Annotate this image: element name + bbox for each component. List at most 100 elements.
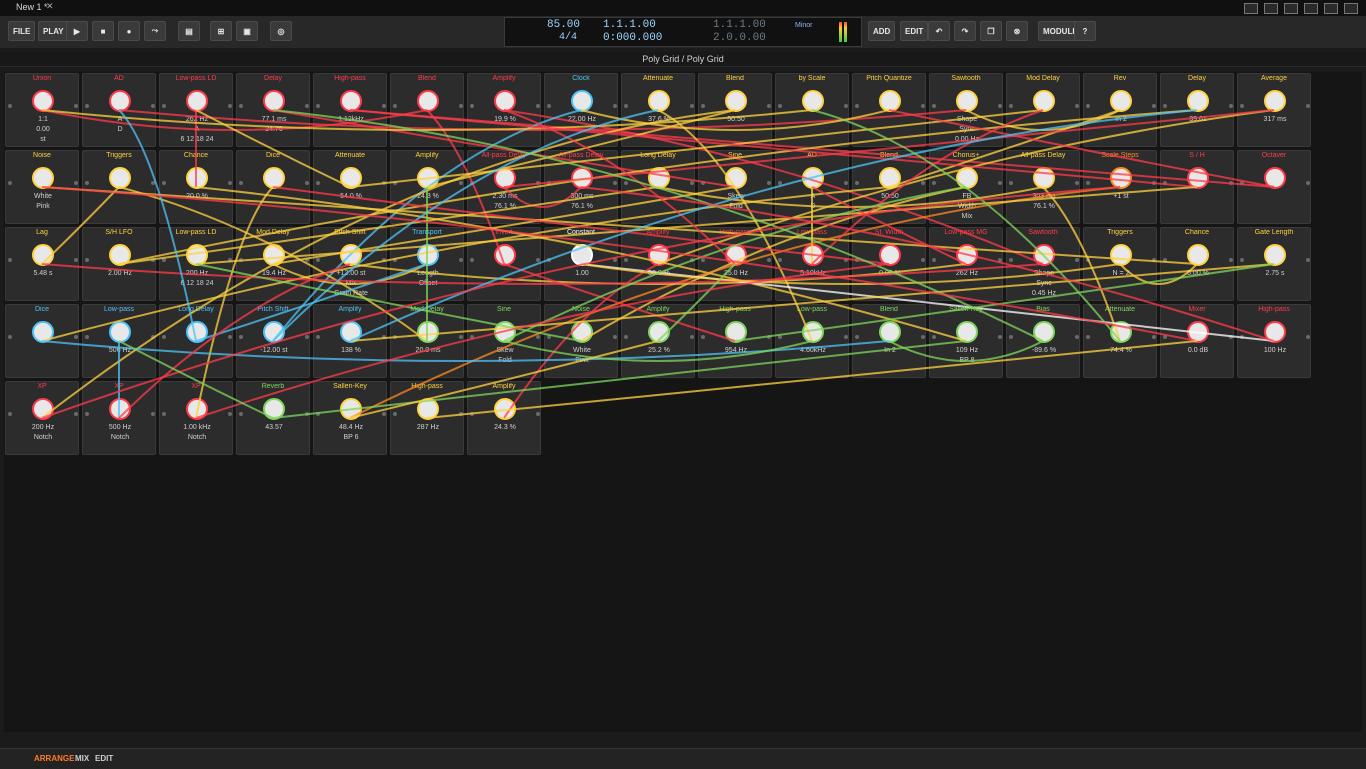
module-delay[interactable]: Delay 39.61 xyxy=(1160,73,1234,147)
parameter-knob[interactable] xyxy=(1033,321,1055,343)
patch-port[interactable] xyxy=(536,104,540,108)
patch-port[interactable] xyxy=(624,104,628,108)
parameter-knob[interactable] xyxy=(648,244,670,266)
patch-port[interactable] xyxy=(8,181,12,185)
patch-port[interactable] xyxy=(1009,335,1013,339)
layout-icon[interactable] xyxy=(1264,3,1278,14)
patch-port[interactable] xyxy=(767,258,771,262)
patch-port[interactable] xyxy=(778,258,782,262)
module-mod-delay[interactable]: Mod Delay xyxy=(1006,73,1080,147)
module-sawtooth[interactable]: Sawtooth Shape Sync 0.00 Hz xyxy=(929,73,1003,147)
module-ad[interactable]: AD A D xyxy=(82,73,156,147)
parameter-knob[interactable] xyxy=(263,167,285,189)
parameter-knob[interactable] xyxy=(417,244,439,266)
patch-port[interactable] xyxy=(1306,335,1310,339)
module-attenuate[interactable]: Attenuate 37.6 % xyxy=(621,73,695,147)
module-sine[interactable]: Sine Skew Fold xyxy=(467,304,541,378)
loop-end[interactable]: 2.0.0.00 xyxy=(713,32,766,44)
play-icon[interactable]: ▶ xyxy=(66,21,88,41)
patch-port[interactable] xyxy=(1240,335,1244,339)
patch-port[interactable] xyxy=(151,181,155,185)
patch-port[interactable] xyxy=(921,258,925,262)
patch-port[interactable] xyxy=(470,412,474,416)
parameter-knob[interactable] xyxy=(1187,90,1209,112)
parameter-knob[interactable] xyxy=(1110,244,1132,266)
module-bias[interactable]: Bias -89.6 % xyxy=(1006,304,1080,378)
position-bars[interactable]: 1.1.1.00 xyxy=(603,19,656,31)
parameter-knob[interactable] xyxy=(340,398,362,420)
module-low-pass-ld[interactable]: Low-pass LD 262 Hz A 6 12 18 24 xyxy=(159,73,233,147)
patch-port[interactable] xyxy=(921,181,925,185)
parameter-knob[interactable] xyxy=(109,398,131,420)
module-chorus[interactable]: Chorus+ FB Width Mix xyxy=(929,150,1003,224)
patch-port[interactable] xyxy=(613,104,617,108)
patch-port[interactable] xyxy=(1306,181,1310,185)
parameter-knob[interactable] xyxy=(725,167,747,189)
patch-port[interactable] xyxy=(316,335,320,339)
module-ad[interactable]: AD A D xyxy=(775,150,849,224)
patch-port[interactable] xyxy=(613,335,617,339)
patch-port[interactable] xyxy=(393,181,397,185)
patch-port[interactable] xyxy=(1229,335,1233,339)
patch-port[interactable] xyxy=(74,335,78,339)
patch-port[interactable] xyxy=(459,181,463,185)
module-xp[interactable]: XP 200 Hz Notch xyxy=(5,381,79,455)
patch-port[interactable] xyxy=(1009,258,1013,262)
patch-port[interactable] xyxy=(393,335,397,339)
parameter-knob[interactable] xyxy=(879,244,901,266)
patch-port[interactable] xyxy=(162,181,166,185)
parameter-knob[interactable] xyxy=(1110,321,1132,343)
panel-icon[interactable]: ▣ xyxy=(236,21,258,41)
module-sawtooth[interactable]: Sawtooth Shape Sync 0.45 Hz xyxy=(1006,227,1080,301)
module-amplify[interactable]: Amplify 138 % xyxy=(313,304,387,378)
patch-port[interactable] xyxy=(547,258,551,262)
patch-port[interactable] xyxy=(382,335,386,339)
parameter-knob[interactable] xyxy=(263,90,285,112)
patch-port[interactable] xyxy=(701,181,705,185)
patch-port[interactable] xyxy=(85,104,89,108)
module-high-pass[interactable]: High-pass 954 Hz xyxy=(698,304,772,378)
module-average[interactable]: Average 317 ms xyxy=(1237,73,1311,147)
patch-port[interactable] xyxy=(1075,258,1079,262)
module-rev[interactable]: Rev In 2 xyxy=(1083,73,1157,147)
patch-port[interactable] xyxy=(690,104,694,108)
module-pitch-shift[interactable]: Pitch Shift -12.00 st xyxy=(236,304,310,378)
patch-port[interactable] xyxy=(1229,181,1233,185)
patch-port[interactable] xyxy=(1229,104,1233,108)
patch-port[interactable] xyxy=(459,104,463,108)
parameter-knob[interactable] xyxy=(956,321,978,343)
patch-port[interactable] xyxy=(690,335,694,339)
copy-icon[interactable]: ❐ xyxy=(980,21,1002,41)
parameter-knob[interactable] xyxy=(648,167,670,189)
parameter-knob[interactable] xyxy=(1264,244,1286,266)
module-low-pass[interactable]: Low-pass 5.10kHz xyxy=(775,227,849,301)
module-all-pass-delay[interactable]: All-pass Delay 2.30 ms 76.1 % xyxy=(467,150,541,224)
patch-port[interactable] xyxy=(1240,104,1244,108)
module-transport[interactable]: Transport Length Offset xyxy=(390,227,464,301)
parameter-knob[interactable] xyxy=(879,90,901,112)
patch-port[interactable] xyxy=(767,104,771,108)
patch-port[interactable] xyxy=(151,335,155,339)
module-low-pass[interactable]: Low-pass 4.60kHz xyxy=(775,304,849,378)
patch-port[interactable] xyxy=(1163,181,1167,185)
parameter-knob[interactable] xyxy=(956,244,978,266)
patch-port[interactable] xyxy=(239,181,243,185)
module-mod-delay[interactable]: Mod Delay 20.0 ms xyxy=(390,304,464,378)
minimize-icon[interactable] xyxy=(1304,3,1318,14)
tab-mix[interactable]: MIX xyxy=(75,754,89,763)
patch-port[interactable] xyxy=(998,181,1002,185)
parameter-knob[interactable] xyxy=(186,244,208,266)
patch-port[interactable] xyxy=(382,258,386,262)
patch-port[interactable] xyxy=(1009,181,1013,185)
patch-port[interactable] xyxy=(316,412,320,416)
parameter-knob[interactable] xyxy=(109,90,131,112)
parameter-knob[interactable] xyxy=(263,398,285,420)
patch-port[interactable] xyxy=(470,335,474,339)
parameter-knob[interactable] xyxy=(186,321,208,343)
parameter-knob[interactable] xyxy=(32,90,54,112)
add-button[interactable]: ADD xyxy=(868,21,896,41)
play-menu-button[interactable]: PLAY xyxy=(38,21,69,41)
cancel-icon[interactable]: ⊗ xyxy=(1006,21,1028,41)
poly-grid-canvas[interactable]: Union 1:1 0.00 st AD A D Low-pass LD 262 Hz A 6 12… xyxy=(4,72,1362,732)
patch-port[interactable] xyxy=(1152,104,1156,108)
